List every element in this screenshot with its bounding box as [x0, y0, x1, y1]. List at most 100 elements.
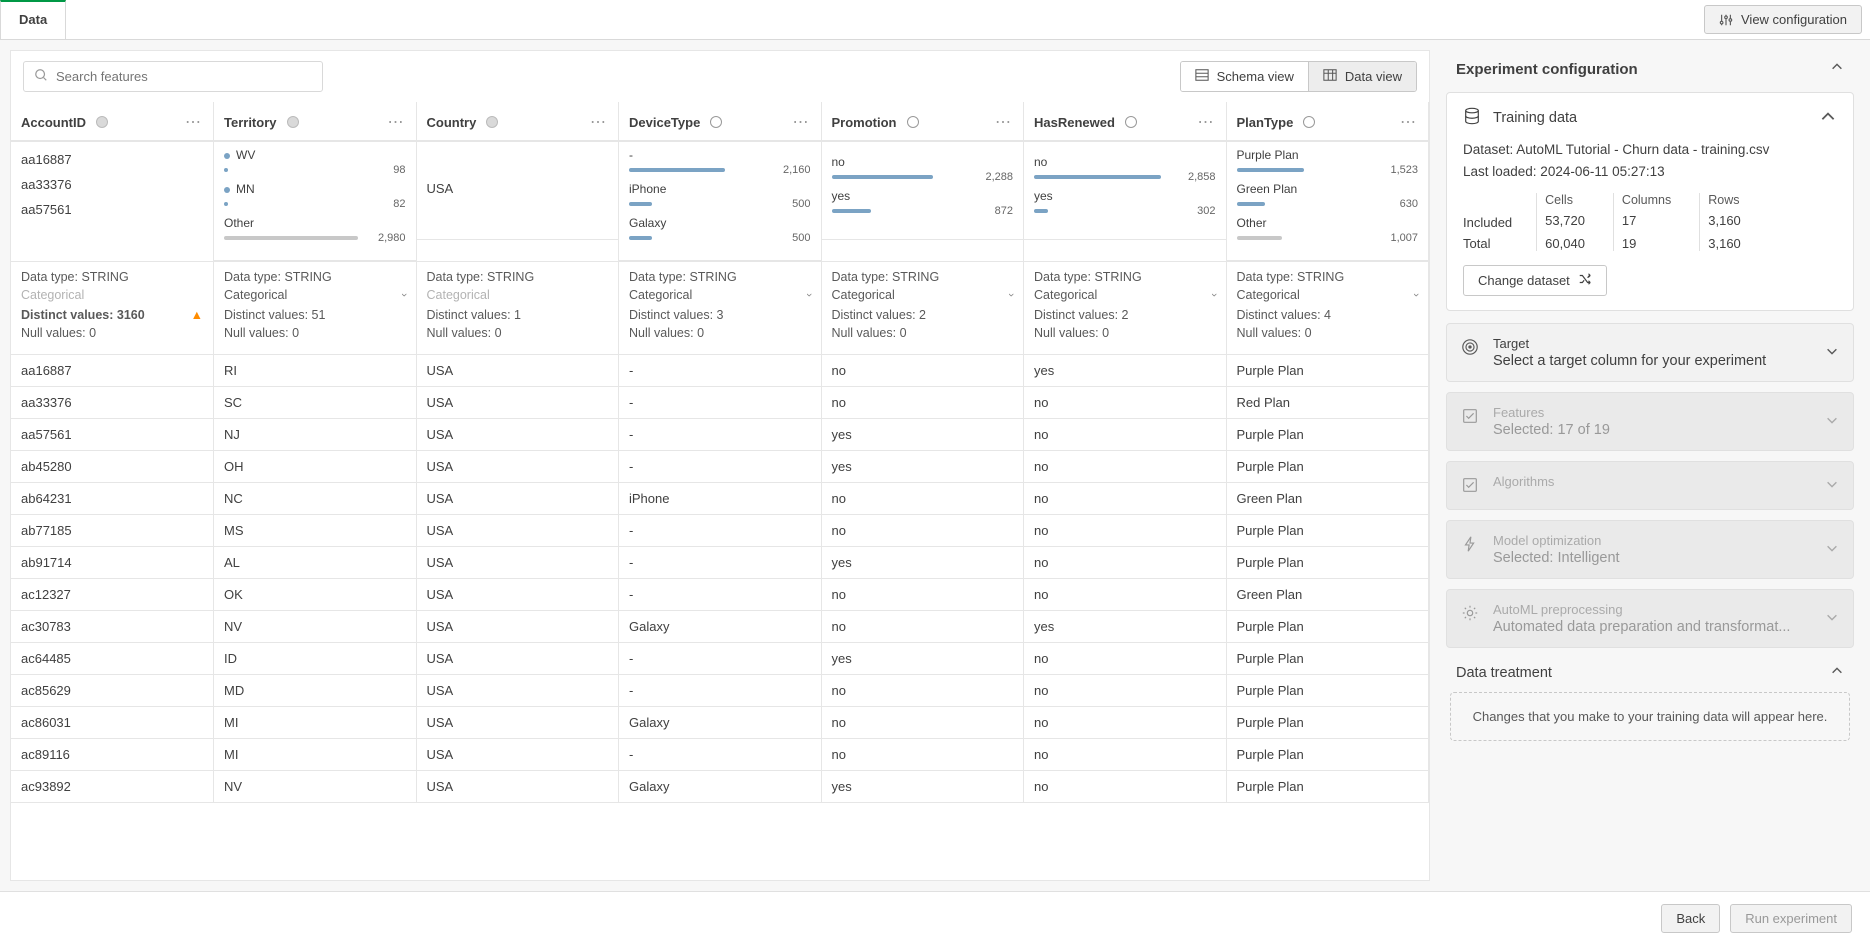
table-cell: USA [416, 643, 619, 675]
column-menu-icon[interactable]: ⋯ [791, 112, 811, 132]
column-meta: Data type: STRING Categorical› Distinct … [1227, 262, 1429, 354]
table-row[interactable]: ac30783NVUSAGalaxynoyesPurple Plan [11, 611, 1429, 643]
target-h: Target [1493, 336, 1766, 351]
data-type-label: Data type: STRING [21, 270, 129, 284]
table-row[interactable]: ac12327OKUSA-nonoGreen Plan [11, 579, 1429, 611]
column-type-icon [907, 116, 919, 128]
table-cell: Purple Plan [1226, 643, 1429, 675]
stat-val: 60,040 [1545, 236, 1585, 251]
table-cell: Purple Plan [1226, 611, 1429, 643]
preprocessing-section[interactable]: AutoML preprocessing Automated data prep… [1446, 589, 1854, 648]
chevron-down-icon [1825, 413, 1839, 430]
table-row[interactable]: ab45280OHUSA-yesnoPurple Plan [11, 451, 1429, 483]
data-type-label: Data type: STRING [1237, 270, 1345, 284]
column-name: DeviceType [629, 115, 700, 130]
column-type-icon [96, 116, 108, 128]
column-type-icon [287, 116, 299, 128]
column-preview: aa16887aa33376aa57561 [11, 142, 213, 227]
change-dataset-button[interactable]: Change dataset [1463, 265, 1607, 296]
feature-type-select[interactable]: Categorical› [832, 288, 1014, 302]
table-cell: ac89116 [11, 739, 214, 771]
column-header[interactable]: Territory ⋯ [214, 102, 416, 141]
data-view-toggle[interactable]: Data view [1308, 62, 1416, 91]
loaded-line: Last loaded: 2024-06-11 05:27:13 [1463, 161, 1837, 183]
table-cell: Purple Plan [1226, 547, 1429, 579]
tabs: Data [0, 0, 66, 39]
table-row[interactable]: ab91714ALUSA-yesnoPurple Plan [11, 547, 1429, 579]
table-cell: RI [214, 355, 417, 387]
column-frequency: no2,858yes302 [1024, 142, 1226, 240]
features-section[interactable]: Features Selected: 17 of 19 [1446, 392, 1854, 451]
table-row[interactable]: ac64485IDUSA-yesnoPurple Plan [11, 643, 1429, 675]
experiment-config-header[interactable]: Experiment configuration [1440, 50, 1860, 92]
target-icon [1461, 336, 1479, 359]
target-section[interactable]: Target Select a target column for your e… [1446, 323, 1854, 382]
stat-rows-h: Rows [1708, 193, 1741, 207]
run-experiment-button[interactable]: Run experiment [1730, 904, 1852, 933]
column-menu-icon[interactable]: ⋯ [993, 112, 1013, 132]
algorithms-section[interactable]: Algorithms [1446, 461, 1854, 510]
table-row[interactable]: aa57561NJUSA-yesnoPurple Plan [11, 419, 1429, 451]
table-cell: USA [416, 547, 619, 579]
table-cell: Purple Plan [1226, 451, 1429, 483]
column-type-icon [710, 116, 722, 128]
data-type-label: Data type: STRING [629, 270, 737, 284]
search-icon [34, 68, 48, 85]
feature-type-select[interactable]: Categorical› [629, 288, 811, 302]
distinct-label: Distinct values: 3 [629, 308, 723, 322]
search-features[interactable] [23, 61, 323, 92]
data-grid-wrap[interactable]: AccountID ⋯ Territory ⋯ Country ⋯ Device… [11, 102, 1429, 880]
view-configuration-button[interactable]: View configuration [1704, 5, 1862, 34]
table-cell: MS [214, 515, 417, 547]
view-configuration-label: View configuration [1741, 12, 1847, 27]
column-header[interactable]: PlanType ⋯ [1227, 102, 1429, 141]
table-row[interactable]: ac93892NVUSAGalaxyyesnoPurple Plan [11, 771, 1429, 803]
column-header[interactable]: Promotion ⋯ [822, 102, 1024, 141]
column-menu-icon[interactable]: ⋯ [1398, 112, 1418, 132]
column-header[interactable]: AccountID ⋯ [11, 102, 213, 141]
column-header[interactable]: DeviceType ⋯ [619, 102, 821, 141]
tab-data[interactable]: Data [0, 0, 66, 39]
search-input[interactable] [56, 69, 312, 84]
schema-view-toggle[interactable]: Schema view [1181, 62, 1308, 91]
table-cell: no [1024, 419, 1227, 451]
column-meta: Data type: STRING Categorical› Distinct … [822, 262, 1024, 354]
table-row[interactable]: ac89116MIUSA-nonoPurple Plan [11, 739, 1429, 771]
table-cell: - [619, 579, 822, 611]
column-menu-icon[interactable]: ⋯ [386, 112, 406, 132]
data-view-label: Data view [1345, 69, 1402, 84]
column-header[interactable]: Country ⋯ [417, 102, 619, 141]
modelopt-s: Selected: Intelligent [1493, 550, 1620, 566]
footer: Back Run experiment [0, 891, 1870, 945]
column-menu-icon[interactable]: ⋯ [1196, 112, 1216, 132]
table-row[interactable]: ac86031MIUSAGalaxynonoPurple Plan [11, 707, 1429, 739]
table-cell: iPhone [619, 483, 822, 515]
table-row[interactable]: aa33376SCUSA-nonoRed Plan [11, 387, 1429, 419]
nulls-label: Null values: 0 [1034, 326, 1109, 340]
table-row[interactable]: aa16887RIUSA-noyesPurple Plan [11, 355, 1429, 387]
column-menu-icon[interactable]: ⋯ [183, 112, 203, 132]
model-optimization-section[interactable]: Model optimization Selected: Intelligent [1446, 520, 1854, 579]
column-header[interactable]: HasRenewed ⋯ [1024, 102, 1226, 141]
table-cell: - [619, 739, 822, 771]
stat-columns-h: Columns [1622, 193, 1671, 207]
stat-val: 53,720 [1545, 213, 1585, 228]
back-button[interactable]: Back [1661, 904, 1720, 933]
column-menu-icon[interactable]: ⋯ [588, 112, 608, 132]
training-data-header[interactable]: Training data [1463, 107, 1837, 129]
feature-type-select[interactable]: Categorical› [1237, 288, 1419, 302]
table-cell: ab77185 [11, 515, 214, 547]
data-type-label: Data type: STRING [832, 270, 940, 284]
table-cell: ac93892 [11, 771, 214, 803]
column-name: PlanType [1237, 115, 1294, 130]
column-meta: Data type: STRING Categorical› Distinct … [214, 262, 416, 354]
feature-type-select[interactable]: Categorical› [224, 288, 406, 302]
feature-type-select[interactable]: Categorical› [1034, 288, 1216, 302]
table-row[interactable]: ac85629MDUSA-nonoPurple Plan [11, 675, 1429, 707]
data-treatment-empty: Changes that you make to your training d… [1450, 692, 1850, 741]
table-cell: no [821, 579, 1024, 611]
table-cell: USA [416, 675, 619, 707]
table-row[interactable]: ab64231NCUSAiPhonenonoGreen Plan [11, 483, 1429, 515]
table-row[interactable]: ab77185MSUSA-nonoPurple Plan [11, 515, 1429, 547]
data-treatment-header[interactable]: Data treatment [1440, 658, 1860, 692]
